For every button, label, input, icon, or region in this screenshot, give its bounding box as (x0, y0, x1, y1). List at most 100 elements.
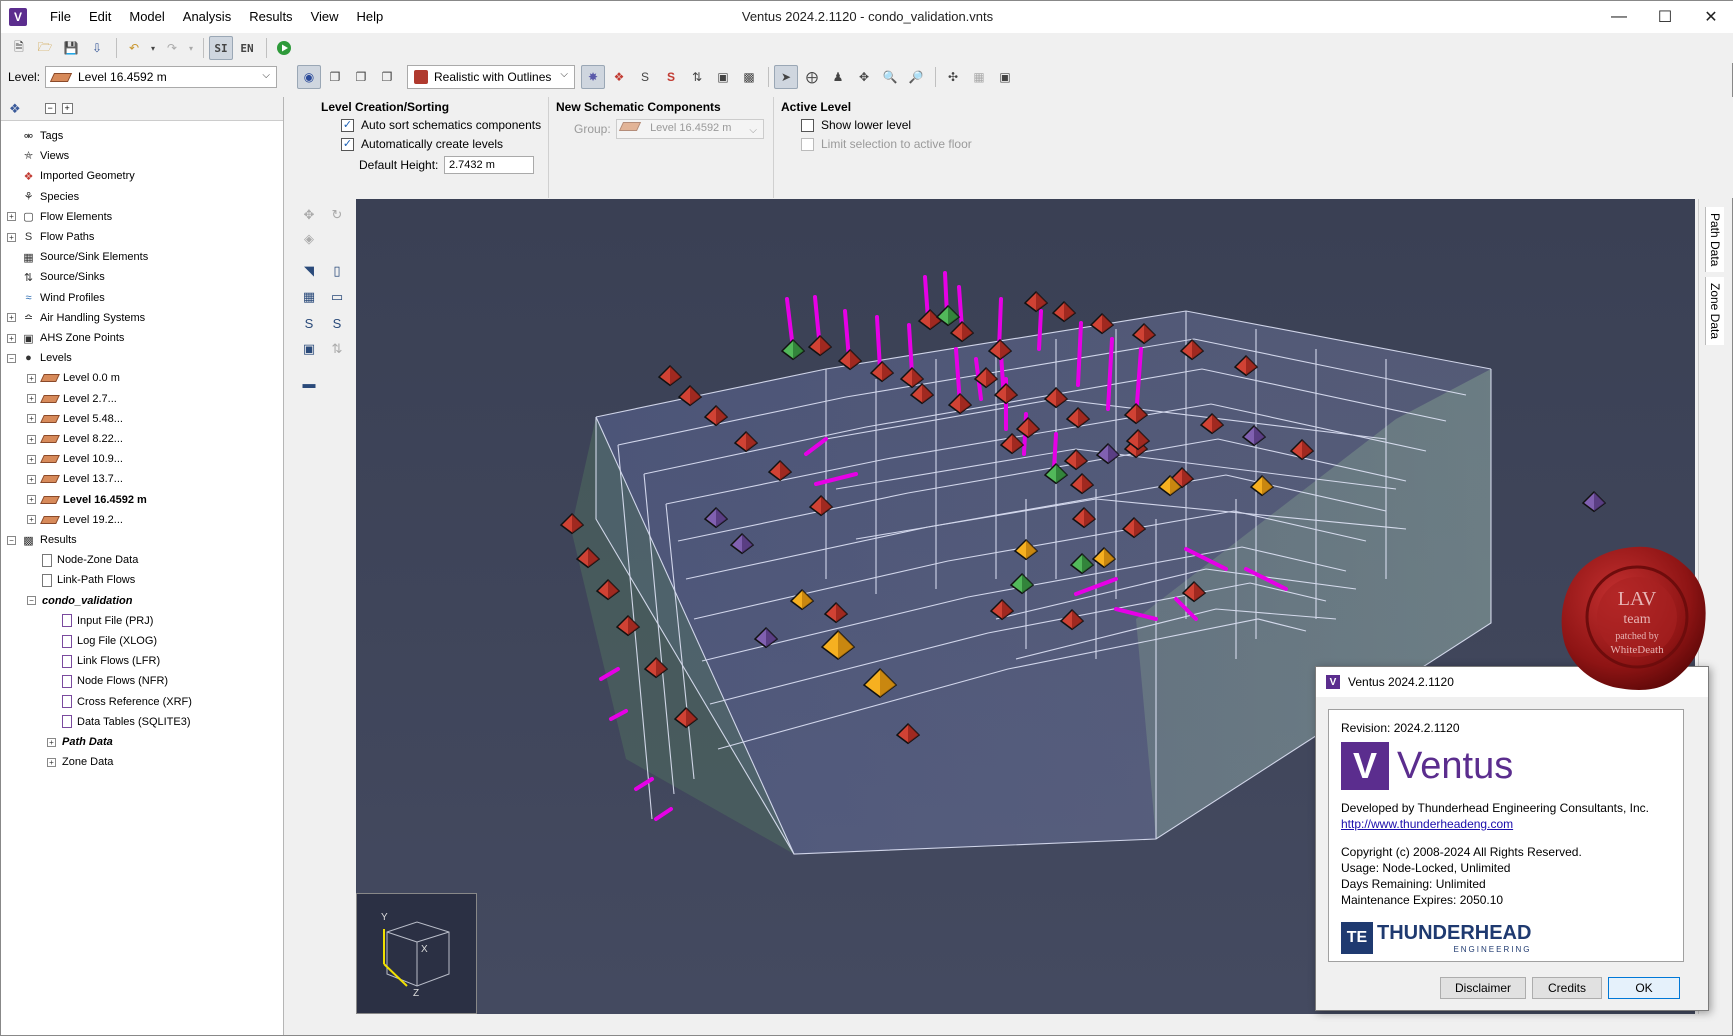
new-file-icon[interactable]: 🗎 (7, 36, 31, 60)
source-sink-tool-icon[interactable]: ⇅ (685, 65, 709, 89)
move-tool-icon[interactable]: ✥ (299, 205, 319, 225)
tree-results-item[interactable]: Node-Zone Data (27, 551, 138, 569)
collapse-icon[interactable]: − (7, 535, 16, 545)
walk-icon[interactable]: ♟ (826, 65, 850, 89)
show-flow-paths-icon[interactable]: ✸ (581, 65, 605, 89)
ventus-logo-icon[interactable]: V (9, 8, 27, 26)
tree-item-wind-profiles[interactable]: ≈ Wind Profiles (7, 289, 104, 307)
undo-icon[interactable]: ↶ (122, 36, 146, 60)
menu-analysis[interactable]: Analysis (174, 1, 240, 33)
flow-path-red-icon[interactable]: S (659, 65, 683, 89)
save-icon[interactable]: 💾 (59, 36, 83, 60)
results-chart-icon[interactable]: ▩ (737, 65, 761, 89)
expand-icon[interactable]: + (7, 232, 16, 242)
tree-item-flow-elements[interactable]: + ▢ Flow Elements (7, 208, 112, 226)
tree-zone-data[interactable]: + Zone Data (47, 753, 113, 771)
draw-wall-icon[interactable]: ▯ (327, 261, 347, 281)
tree-level-item[interactable]: + Level 16.4592 m (27, 491, 147, 509)
si-units-button[interactable]: SI (209, 36, 233, 60)
run-simulation-icon[interactable] (272, 36, 296, 60)
redo-icon[interactable]: ↷ (160, 36, 184, 60)
expand-icon[interactable]: + (27, 394, 36, 404)
tree-level-item[interactable]: + Level 2.7... (27, 390, 117, 408)
tree-item-species[interactable]: ⚘ Species (7, 188, 80, 206)
tree-item-imported-geometry[interactable]: ❖ Imported Geometry (7, 167, 135, 185)
expand-icon[interactable]: + (47, 737, 56, 747)
fit-all-icon[interactable]: ▣ (993, 65, 1017, 89)
layers-view-icon[interactable]: ❐ (375, 65, 399, 89)
tree-level-item[interactable]: + Level 19.2... (27, 511, 123, 529)
group-dropdown[interactable]: Level 16.4592 m ⌵ (616, 119, 764, 139)
expand-icon[interactable]: + (7, 333, 16, 343)
tree-item-tag[interactable]: ⚮ Tags (7, 127, 63, 145)
collapse-icon[interactable]: − (7, 353, 16, 363)
draw-hatched-icon[interactable]: ▦ (299, 287, 319, 307)
redo-dropdown-icon[interactable]: ▾ (186, 36, 196, 60)
tree-item-flow-paths[interactable]: + S Flow Paths (7, 228, 94, 246)
tree-results-item[interactable]: Link-Path Flows (27, 571, 135, 589)
stack-view-icon[interactable]: ❐ (349, 65, 373, 89)
menu-results[interactable]: Results (240, 1, 301, 33)
show-lower-level-checkbox[interactable]: Show lower level (801, 118, 911, 132)
tree-output-file[interactable]: Link Flows (LFR) (47, 652, 160, 670)
tree-level-item[interactable]: + Level 10.9... (27, 450, 123, 468)
tree-item-ahs-zone-points[interactable]: + ▣ AHS Zone Points (7, 329, 124, 347)
flow-path-tool-icon[interactable]: S (633, 65, 657, 89)
menu-file[interactable]: File (41, 1, 80, 33)
expand-icon[interactable]: + (27, 414, 36, 424)
draw-zone-icon[interactable]: ◥ (299, 261, 319, 281)
tree-level-item[interactable]: + Level 0.0 m (27, 369, 120, 387)
orbit-icon[interactable]: ⨁ (800, 65, 824, 89)
measure-tool-icon[interactable]: ▬ (299, 373, 319, 393)
menu-model[interactable]: Model (120, 1, 173, 33)
tab-path-data[interactable]: Path Data (1705, 207, 1724, 273)
tree-output-file[interactable]: Log File (XLOG) (47, 632, 157, 650)
tree-level-item[interactable]: + Level 5.48... (27, 410, 123, 428)
expand-icon[interactable]: + (7, 212, 16, 222)
draw-ahs-icon[interactable]: ▣ (299, 339, 319, 359)
tree-item-source-sink-elements[interactable]: ▦ Source/Sink Elements (7, 248, 148, 266)
tree-output-file[interactable]: Cross Reference (XRF) (47, 693, 192, 711)
ahs-tool-icon[interactable]: ▣ (711, 65, 735, 89)
expand-icon[interactable]: + (27, 373, 36, 383)
collapse-all-icon[interactable]: − (44, 103, 56, 114)
menu-help[interactable]: Help (348, 1, 393, 33)
draw-path-alt-icon[interactable]: S (327, 313, 347, 333)
menu-view[interactable]: View (302, 1, 348, 33)
expand-icon[interactable]: + (27, 474, 36, 484)
expand-icon[interactable]: + (7, 313, 16, 323)
tree-output-file[interactable]: Node Flows (NFR) (47, 672, 168, 690)
expand-all-icon[interactable]: + (61, 103, 73, 114)
render-mode-dropdown[interactable]: Realistic with Outlines ⌵ (407, 65, 575, 89)
tree-output-file[interactable]: Input File (PRJ) (47, 612, 153, 630)
reset-view-icon[interactable]: ✣ (941, 65, 965, 89)
tree-item-levels[interactable]: − ● Levels (7, 349, 72, 367)
menu-edit[interactable]: Edit (80, 1, 120, 33)
tree-path-data[interactable]: + Path Data (47, 733, 113, 751)
tree-filter-icon[interactable]: ❖ (9, 101, 21, 117)
draw-path-icon[interactable]: S (299, 313, 319, 333)
tree-level-item[interactable]: + Level 13.7... (27, 470, 123, 488)
tree-item-source-sinks[interactable]: ⇅ Source/Sinks (7, 268, 105, 286)
export-icon[interactable]: ⇩ (85, 36, 109, 60)
auto-sort-checkbox[interactable]: ✓ Auto sort schematics components (341, 118, 541, 132)
ok-button[interactable]: OK (1608, 977, 1680, 999)
expand-icon[interactable]: + (47, 757, 56, 767)
zoom-icon[interactable]: 🔍 (878, 65, 902, 89)
default-height-input[interactable]: 2.7432 m (444, 156, 534, 174)
expand-icon[interactable]: + (27, 515, 36, 525)
limit-selection-checkbox[interactable]: Limit selection to active floor (801, 137, 972, 151)
rotate-tool-icon[interactable]: ↻ (327, 205, 347, 225)
disclaimer-button[interactable]: Disclaimer (1440, 977, 1526, 999)
tree-item-air-handling[interactable]: + ≏ Air Handling Systems (7, 309, 145, 327)
tab-zone-data[interactable]: Zone Data (1705, 277, 1724, 346)
undo-dropdown-icon[interactable]: ▾ (148, 36, 158, 60)
close-icon[interactable]: ✕ (1688, 1, 1733, 33)
expand-icon[interactable]: + (27, 454, 36, 464)
tree-level-item[interactable]: + Level 8.22... (27, 430, 123, 448)
fit-selection-icon[interactable]: ▦ (967, 65, 991, 89)
select-pointer-icon[interactable]: ➤ (774, 65, 798, 89)
show-elements-icon[interactable]: ❖ (607, 65, 631, 89)
tree-output-file[interactable]: Data Tables (SQLITE3) (47, 713, 191, 731)
open-folder-icon[interactable]: 🗁 (33, 36, 57, 60)
